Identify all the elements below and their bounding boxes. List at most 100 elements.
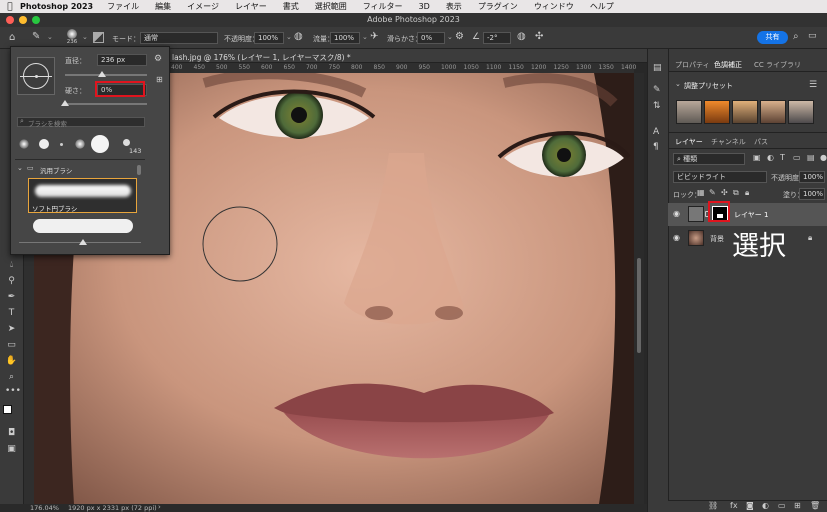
menu-image[interactable]: イメージ bbox=[187, 1, 219, 12]
brush-item-selected[interactable]: ソフト円ブラシ bbox=[28, 178, 137, 213]
add-mask-icon[interactable]: ◙ bbox=[746, 501, 754, 510]
blur-tool-icon[interactable]: 💧︎ bbox=[5, 259, 18, 271]
tab-paths[interactable]: パス bbox=[754, 137, 768, 147]
chevron-down-icon[interactable]: ⌄ bbox=[47, 33, 53, 41]
trash-icon[interactable]: 🗑︎ bbox=[810, 501, 820, 510]
menu-file[interactable]: ファイル bbox=[107, 1, 139, 12]
symmetry-icon[interactable]: ✣ bbox=[535, 31, 543, 42]
filter-toggle-icon[interactable]: ● bbox=[820, 153, 827, 162]
lock-artboard-icon[interactable]: ⧉ bbox=[733, 188, 739, 198]
flow-input[interactable]: 100% bbox=[330, 32, 360, 44]
type-tool-icon[interactable]: T bbox=[5, 307, 18, 319]
opacity-input[interactable]: 100% bbox=[254, 32, 284, 44]
chevron-right-icon[interactable]: › bbox=[158, 503, 161, 511]
tab-cc-libraries[interactable]: CC ライブラリ bbox=[754, 60, 801, 70]
brush-settings-toggle-icon[interactable] bbox=[93, 32, 104, 43]
eye-icon[interactable]: ◉ bbox=[673, 209, 680, 218]
brush-size-slider-thumb[interactable] bbox=[97, 71, 106, 77]
layer-row-selected[interactable]: ◉ レイヤー 1 bbox=[668, 203, 827, 226]
hand-tool-icon[interactable]: ✋ bbox=[5, 355, 18, 367]
menu-view[interactable]: 表示 bbox=[446, 1, 462, 12]
gear-icon[interactable]: ⚙ bbox=[154, 54, 162, 64]
filter-adjustment-icon[interactable]: ◐ bbox=[767, 153, 774, 162]
brush-preset-thumb[interactable] bbox=[91, 135, 109, 153]
zoom-tool-icon[interactable]: ⌕ bbox=[5, 371, 18, 383]
brush-folder-name[interactable]: 汎用ブラシ bbox=[40, 165, 72, 175]
pen-tool-icon[interactable]: ✒ bbox=[5, 291, 18, 303]
brush-size-input[interactable]: 236 px bbox=[97, 54, 147, 66]
vertical-scrollbar[interactable] bbox=[634, 73, 644, 504]
tab-adjustments[interactable]: 色調補正 bbox=[714, 60, 742, 70]
adjust-icon[interactable]: ⇅ bbox=[653, 101, 661, 111]
pressure-size-icon[interactable]: ◍ bbox=[517, 31, 526, 42]
tab-layers[interactable]: レイヤー bbox=[675, 137, 703, 147]
layer-opacity-input[interactable]: 100% bbox=[799, 171, 825, 183]
menu-type[interactable]: 書式 bbox=[283, 1, 299, 12]
app-menu[interactable]: Photoshop 2023 bbox=[20, 2, 93, 11]
menu-edit[interactable]: 編集 bbox=[155, 1, 171, 12]
filter-shape-icon[interactable]: ▭ bbox=[793, 153, 801, 162]
new-layer-icon[interactable]: ⊞ bbox=[794, 501, 801, 510]
brush-settings-icon[interactable]: ✎ bbox=[653, 85, 661, 95]
quick-mask-icon[interactable]: ◘ bbox=[5, 427, 18, 439]
add-preset-icon[interactable]: ⊞ bbox=[156, 75, 163, 84]
layer-kind-filter[interactable]: ⌕ 種類 bbox=[673, 153, 745, 165]
chevron-down-icon[interactable]: ⌄ bbox=[82, 33, 88, 41]
character-icon[interactable]: A bbox=[653, 127, 659, 137]
gear-icon[interactable]: ⚙ bbox=[455, 31, 464, 42]
brush-preset-thumb[interactable] bbox=[60, 143, 63, 146]
lock-position-icon[interactable]: ✣ bbox=[721, 188, 728, 197]
hardness-slider[interactable] bbox=[65, 103, 147, 105]
lock-all-icon[interactable]: 🔒︎ bbox=[745, 188, 749, 198]
zoom-level[interactable]: 176.04% bbox=[30, 504, 59, 512]
layer-name[interactable]: レイヤー 1 bbox=[734, 210, 768, 220]
pressure-opacity-icon[interactable]: ◍ bbox=[294, 31, 303, 42]
layer-name[interactable]: 背景 bbox=[710, 234, 724, 244]
chevron-down-icon[interactable]: ⌄ bbox=[362, 33, 368, 41]
rectangle-tool-icon[interactable]: ▭ bbox=[5, 339, 18, 351]
brush-tool-icon[interactable]: ✎ bbox=[32, 31, 40, 42]
brush-preset-picker[interactable]: 236 bbox=[64, 29, 80, 45]
eye-icon[interactable]: ◉ bbox=[673, 233, 680, 242]
screen-mode-icon[interactable]: ▣ bbox=[5, 443, 18, 455]
apple-icon[interactable]:  bbox=[0, 2, 20, 12]
chevron-down-icon[interactable]: ⌄ bbox=[447, 33, 453, 41]
menu-select[interactable]: 選択範囲 bbox=[315, 1, 347, 12]
filter-type-icon[interactable]: T bbox=[780, 153, 785, 162]
menu-plugins[interactable]: プラグイン bbox=[478, 1, 518, 12]
filter-pixel-icon[interactable]: ▣ bbox=[753, 153, 761, 162]
menu-help[interactable]: ヘルプ bbox=[590, 1, 614, 12]
share-button[interactable]: 共有 bbox=[757, 31, 788, 44]
path-selection-tool-icon[interactable]: ➤ bbox=[5, 323, 18, 335]
brush-search-field[interactable]: ⌕ ブラシを検索 bbox=[17, 117, 145, 128]
brush-preset-thumb[interactable] bbox=[19, 139, 29, 149]
preview-size-slider-thumb[interactable] bbox=[79, 239, 87, 245]
brush-item[interactable] bbox=[33, 219, 133, 233]
fx-icon[interactable]: fx bbox=[730, 501, 738, 510]
link-layers-icon[interactable]: ⛓ bbox=[708, 501, 718, 510]
list-view-icon[interactable]: ☰ bbox=[809, 80, 817, 90]
scrollbar-thumb[interactable] bbox=[637, 258, 641, 353]
brush-preset-thumb[interactable] bbox=[123, 139, 130, 146]
paragraph-icon[interactable]: ¶ bbox=[653, 142, 659, 152]
document-info[interactable]: 1920 px x 2331 px (72 ppi) bbox=[68, 504, 157, 512]
adjust-preset-thumb[interactable] bbox=[676, 100, 702, 124]
adjust-preset-thumb[interactable] bbox=[760, 100, 786, 124]
search-icon[interactable]: ⌕ bbox=[793, 31, 799, 42]
workspace-icon[interactable]: ▭ bbox=[808, 31, 817, 41]
group-icon[interactable]: ▭ bbox=[778, 501, 786, 510]
history-icon[interactable]: ▤ bbox=[653, 63, 662, 73]
lock-image-icon[interactable]: ✎ bbox=[709, 188, 716, 197]
adjust-preset-thumb[interactable] bbox=[788, 100, 814, 124]
brush-list-scrollbar-thumb[interactable] bbox=[137, 165, 141, 175]
tab-properties[interactable]: プロパティ bbox=[675, 60, 710, 70]
hardness-slider-thumb[interactable] bbox=[61, 100, 69, 106]
foreground-color-swatch[interactable] bbox=[3, 405, 12, 414]
chevron-down-icon[interactable]: ⌄ bbox=[675, 80, 681, 88]
home-icon[interactable]: ⌂ bbox=[9, 32, 15, 43]
blend-mode-select[interactable]: ビビッドライト bbox=[673, 171, 767, 183]
brush-angle-preview[interactable] bbox=[17, 57, 55, 95]
fill-input[interactable]: 100% bbox=[799, 188, 825, 200]
angle-input[interactable]: -2° bbox=[483, 32, 511, 44]
adjustment-layer-icon[interactable]: ◐ bbox=[762, 501, 769, 510]
